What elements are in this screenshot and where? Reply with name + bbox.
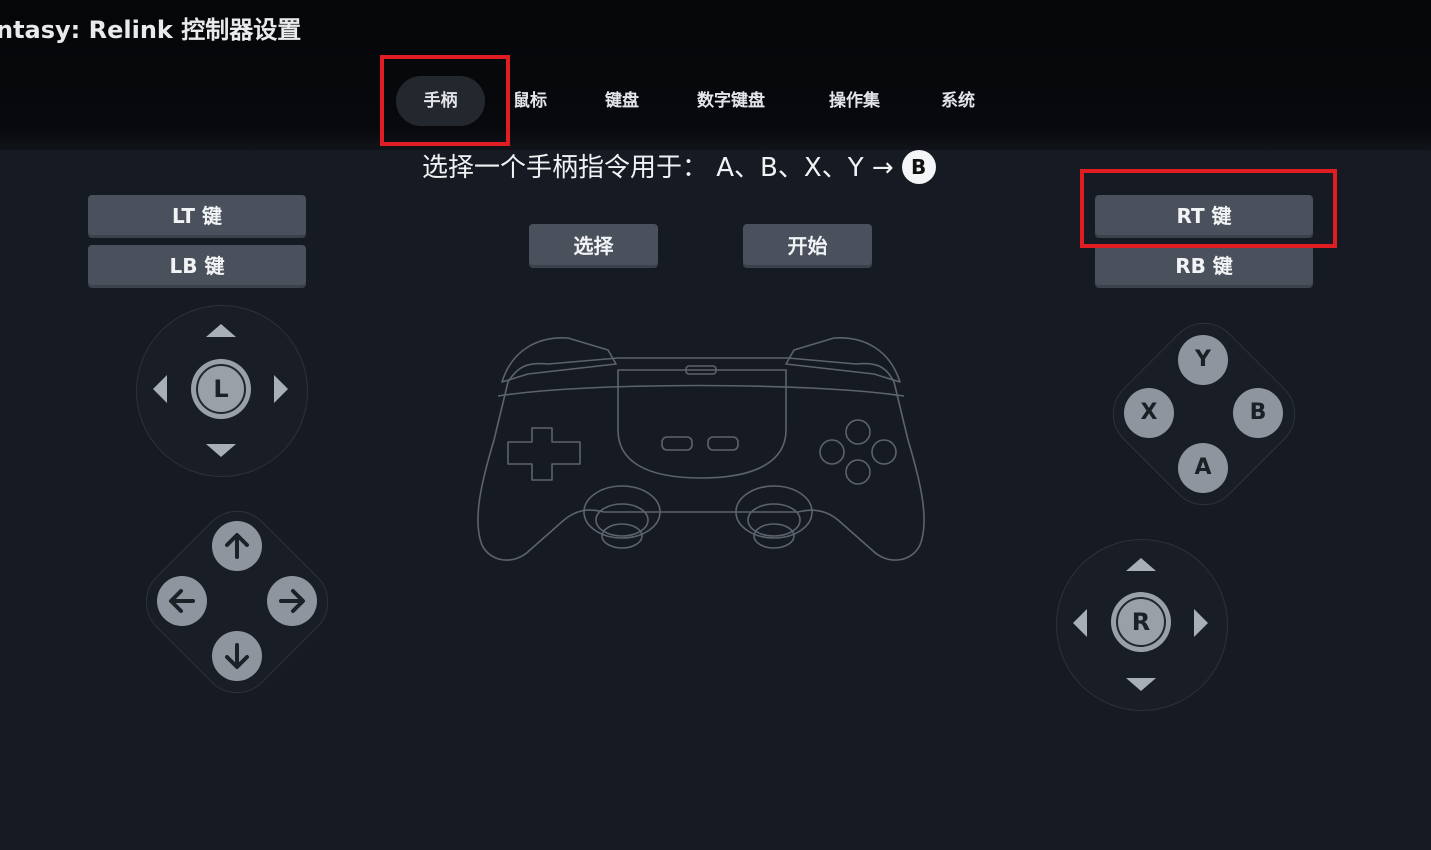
start-button[interactable]: 开始 [743,224,872,268]
rt-highlight-box [1080,169,1337,248]
window-title: ntasy: Relink 控制器设置 [0,16,302,44]
left-stick-up-arrow[interactable] [206,324,236,337]
instruction-text: 选择一个手柄指令用于： A、B、X、Y → [422,153,894,183]
right-stick-right-arrow[interactable] [1194,609,1208,637]
b-button-badge: B [901,149,936,184]
y-button[interactable]: Y [1178,335,1228,385]
tab-highlight-box [380,55,510,146]
right-stick-button[interactable]: R [1111,592,1171,652]
dpad-up-button[interactable] [212,521,262,571]
tab-action-set[interactable]: 操作集 [829,76,880,126]
left-stick-button[interactable]: L [191,359,251,419]
b-button[interactable]: B [1233,388,1283,438]
instruction-line: 选择一个手柄指令用于： A、B、X、Y → B [422,148,936,188]
a-button[interactable]: A [1178,443,1228,493]
x-button[interactable]: X [1124,388,1174,438]
rb-button[interactable]: RB 键 [1095,245,1313,288]
arrow-up-icon [225,533,249,559]
right-stick-left-arrow[interactable] [1073,609,1087,637]
tab-keyboard[interactable]: 键盘 [605,76,639,126]
right-stick-down-arrow[interactable] [1126,678,1156,691]
right-stick-label: R [1116,597,1166,647]
left-stick-left-arrow[interactable] [153,375,167,403]
dpad-left-button[interactable] [157,576,207,626]
dpad-right-button[interactable] [267,576,317,626]
arrow-down-icon [225,643,249,669]
tab-numpad[interactable]: 数字键盘 [697,76,765,126]
left-stick-down-arrow[interactable] [206,444,236,457]
arrow-right-icon [279,589,305,613]
left-stick-label: L [196,364,246,414]
dpad-down-button[interactable] [212,631,262,681]
right-stick-up-arrow[interactable] [1126,558,1156,571]
select-button[interactable]: 选择 [529,224,658,268]
controller-outline-icon [477,337,925,561]
lt-button[interactable]: LT 键 [88,195,306,238]
arrow-left-icon [169,589,195,613]
tab-system[interactable]: 系统 [941,76,975,126]
lb-button[interactable]: LB 键 [88,245,306,288]
tab-mouse[interactable]: 鼠标 [513,76,547,126]
left-stick-right-arrow[interactable] [274,375,288,403]
